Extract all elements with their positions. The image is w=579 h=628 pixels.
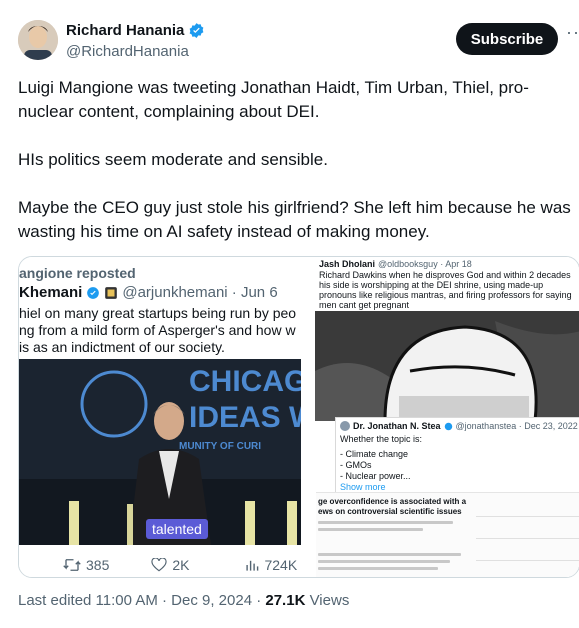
video-caption: talented — [146, 519, 208, 539]
tweet-paragraph: Luigi Mangione was tweeting Jonathan Hai… — [18, 78, 529, 121]
verified-badge-icon — [444, 422, 452, 430]
quoted-author-handle: @arjunkhemani · Jun 6 — [122, 284, 278, 301]
verified-badge-icon — [190, 23, 204, 38]
collage-quoted-tweet: Dr. Jonathan N. Stea @jonathanstea · Dec… — [316, 417, 579, 577]
tweet-footer: Last edited 11:00 AM · Dec 9, 2024 · 27.… — [18, 592, 349, 609]
display-name[interactable]: Richard Hanania — [66, 22, 184, 39]
name-row: Richard Hanania — [66, 22, 205, 39]
collage-top-tweet: Jash Dholani @oldbooksguy · Apr 18 Richa… — [315, 257, 579, 421]
collage-top-author-name: Jash Dholani — [319, 259, 376, 269]
paper-text-lines — [318, 521, 468, 574]
more-options-icon[interactable]: ··· — [566, 22, 579, 43]
reply-stat[interactable]: 385 — [63, 557, 109, 573]
views-label: Views — [305, 592, 350, 609]
tweet-header: Richard Hanania @RichardHanania Subscrib… — [18, 20, 579, 64]
views-stat[interactable]: 724K — [245, 557, 297, 573]
quoted-text-line: is as an indictment of our society. — [19, 339, 225, 355]
collage-bottom: Dr. Jonathan N. Stea @jonathanstea · Dec… — [315, 417, 579, 577]
paper-table — [476, 495, 579, 577]
collage-card-author-handle: @jonathanstea · Dec 23, 2022 — [455, 421, 578, 431]
avatar — [340, 421, 350, 431]
avatar[interactable] — [18, 20, 58, 60]
media-left-screenshot[interactable]: angione reposted Khemani @arjunkhemani ·… — [19, 257, 301, 577]
collage-top-text: Richard Dawkins when he disproves God an… — [319, 270, 572, 310]
analytics-icon — [246, 560, 259, 571]
meme-image — [315, 311, 579, 421]
retweet-count: 385 — [86, 557, 110, 573]
collage-card-body: Whether the topic is: - Climate change -… — [340, 434, 579, 493]
tweet-paragraph: HIs politics seem moderate and sensible. — [18, 150, 328, 169]
handle[interactable]: @RichardHanania — [66, 43, 189, 60]
collage-card-line: - Climate change — [340, 449, 409, 459]
video-sign-line: CHICAGO — [189, 365, 301, 398]
quoted-text: hiel on many great startups being run by… — [19, 305, 301, 356]
media-grid: angione reposted Khemani @arjunkhemani ·… — [18, 256, 579, 578]
heart-icon — [151, 558, 167, 572]
retweet-icon — [63, 559, 81, 571]
collage-card-line: - Nuclear power... — [340, 471, 411, 481]
tweet-paragraph: Maybe the CEO guy just stole his girlfri… — [18, 198, 571, 241]
tweet-body: Luigi Mangione was tweeting Jonathan Hai… — [18, 76, 579, 268]
collage-card-author-name: Dr. Jonathan N. Stea — [353, 421, 441, 431]
collage-card-line: Whether the topic is: — [340, 434, 423, 444]
video-sign-line: IDEAS W — [189, 401, 301, 434]
paper-title: ge overconfidence is associated with a e… — [318, 497, 467, 516]
verified-badge-icon — [87, 286, 100, 299]
quoted-author: Khemani @arjunkhemani · Jun 6 — [19, 284, 278, 301]
like-count: 2K — [172, 557, 190, 573]
quoted-text-line: hiel on many great startups being run by… — [19, 305, 297, 321]
collage-top-author: Jash Dholani @oldbooksguy · Apr 18 — [319, 259, 472, 269]
collage-top-author-handle: @oldbooksguy · Apr 18 — [378, 259, 472, 269]
views-count: 27.1K — [265, 592, 306, 609]
view-count: 724K — [264, 557, 298, 573]
quoted-author-name: Khemani — [19, 284, 83, 301]
collage-card-author: Dr. Jonathan N. Stea @jonathanstea · Dec… — [340, 421, 578, 431]
collage-card-line: - GMOs — [340, 460, 372, 470]
edited-timestamp[interactable]: Last edited 11:00 AM · Dec 9, 2024 · — [18, 592, 265, 609]
repost-line: angione reposted — [19, 265, 136, 281]
paper-excerpt: ge overconfidence is associated with a e… — [316, 492, 579, 577]
video-frame[interactable]: CHICAGO IDEAS W MUNITY OF CURI — [19, 359, 301, 545]
subscribe-button[interactable]: Subscribe — [456, 23, 558, 55]
quoted-text-line: ng from a mild form of Asperger's and ho… — [19, 322, 296, 338]
like-stat[interactable]: 2K — [151, 557, 189, 573]
quoted-stats: 385 2K 724K — [19, 553, 301, 577]
media-right-screenshot[interactable]: Jash Dholani @oldbooksguy · Apr 18 Richa… — [315, 257, 579, 577]
top-fragment: · · · — [60, 0, 82, 6]
video-sign-line: MUNITY OF CURI — [179, 441, 261, 452]
affiliate-badge-icon — [105, 286, 118, 299]
